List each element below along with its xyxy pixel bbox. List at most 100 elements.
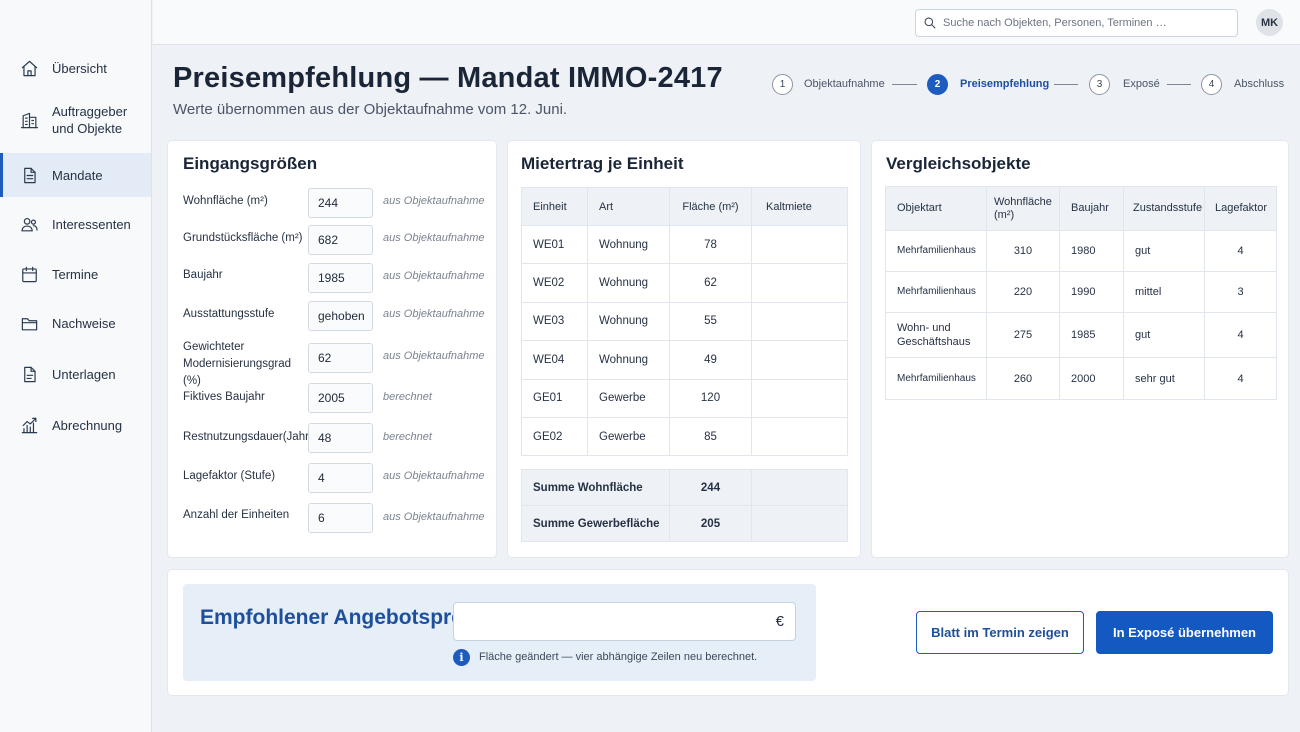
location-cell: 4 [1204, 230, 1277, 272]
sidebar-item-label: Unterlagen [52, 366, 116, 382]
step-4-label[interactable]: Abschluss [1234, 78, 1284, 90]
sidebar-item-mandate[interactable]: Mandate [0, 153, 151, 197]
price-input[interactable] [464, 603, 764, 640]
area-cell: 275 [986, 312, 1060, 358]
step-4-circle[interactable]: 4 [1201, 74, 1222, 95]
info-icon: i [453, 649, 470, 666]
field-label: Gewichteter Modernisierungsgrad (%) [183, 341, 292, 387]
unit-cell: WE02 [521, 263, 588, 303]
column-header: Zustandsstufe [1123, 186, 1205, 231]
sidebar-item-uebersicht[interactable]: Übersicht [0, 50, 151, 86]
type-cell: Gewerbe [587, 378, 670, 418]
unit-cell: GE01 [521, 378, 588, 418]
year-cell: 1990 [1059, 271, 1124, 313]
table-row: Mehrfamilienhaus 220 1990 mittel 3 [885, 271, 1277, 313]
sidebar-item-interessenten[interactable]: Interessenten [0, 206, 151, 242]
sidebar-item-label: Übersicht [52, 60, 107, 76]
rent-input[interactable] [752, 418, 847, 456]
step-connector [1054, 84, 1078, 85]
page-subtitle: Werte übernommen aus der Objektaufnahme … [173, 101, 568, 118]
rent-input[interactable] [752, 226, 847, 264]
search-icon [924, 17, 936, 29]
sidebar-item-termine[interactable]: Termine [0, 256, 151, 292]
rent-cell[interactable] [751, 378, 848, 418]
rent-cell[interactable] [751, 301, 848, 342]
lagefaktor-field[interactable] [308, 463, 373, 493]
baujahr-field[interactable] [308, 263, 373, 293]
rent-input[interactable] [752, 379, 847, 417]
location-cell: 4 [1204, 312, 1277, 358]
step-2-circle[interactable]: 2 [927, 74, 948, 95]
fiktives-baujahr-field[interactable] [308, 383, 373, 413]
sidebar-item-auftraggeber[interactable]: Auftraggeber und Objekte [0, 98, 151, 142]
rent-input[interactable] [752, 341, 847, 379]
show-sheet-button[interactable]: Blatt im Termin zeigen [916, 611, 1084, 654]
rent-cell[interactable] [751, 224, 848, 265]
table-row: WE03 Wohnung 55 [521, 301, 848, 342]
sum-empty-cell [751, 505, 848, 542]
year-cell: 2000 [1059, 357, 1124, 400]
rent-cell[interactable] [751, 416, 848, 457]
sidebar-item-label: Auftraggeber und Objekte [52, 104, 128, 136]
table-header-row: Objektart Wohnfläche (m²) Baujahr Zustan… [885, 186, 1277, 231]
sidebar-item-abrechnung[interactable]: Abrechnung [0, 407, 151, 443]
area-cell: 62 [669, 263, 752, 303]
area-cell: 55 [669, 301, 752, 342]
page-title: Preisempfehlung — Mandat IMMO-2417 [173, 62, 723, 94]
field-label: Grundstücksfläche (m²) [183, 232, 303, 244]
sum-value: 244 [669, 469, 752, 506]
comparables-title: Vergleichsobjekte [886, 154, 1031, 173]
field-source: aus Objektaufnahme [383, 308, 485, 320]
step-connector [892, 84, 917, 85]
ausstattungsstufe-field[interactable] [308, 301, 373, 331]
wohnflaeche-field[interactable] [308, 188, 373, 218]
search-box[interactable] [915, 9, 1238, 37]
rent-input[interactable] [752, 264, 847, 302]
field-source: aus Objektaufnahme [383, 270, 485, 282]
field-source: aus Objektaufnahme [383, 350, 485, 362]
year-cell: 1980 [1059, 230, 1124, 272]
step-connector [1167, 84, 1191, 85]
table-row: WE01 Wohnung 78 [521, 224, 848, 265]
apply-to-expose-button[interactable]: In Exposé übernehmen [1096, 611, 1273, 654]
table-header-row: Einheit Art Fläche (m²) Kaltmiete [521, 187, 848, 226]
area-cell: 49 [669, 340, 752, 380]
step-2-label[interactable]: Preisempfehlung [960, 78, 1049, 90]
modernisierungsgrad-field[interactable] [308, 343, 373, 373]
rent-cell[interactable] [751, 263, 848, 303]
sidebar-item-nachweise[interactable]: Nachweise [0, 305, 151, 341]
column-header: Einheit [521, 187, 588, 226]
sum-value: 205 [669, 505, 752, 542]
sidebar-item-unterlagen[interactable]: Unterlagen [0, 356, 151, 392]
area-cell: 310 [986, 230, 1060, 272]
anzahl-einheiten-field[interactable] [308, 503, 373, 533]
restnutzungsdauer-field[interactable] [308, 423, 373, 453]
avatar[interactable]: MK [1256, 9, 1283, 36]
search-input[interactable] [943, 17, 1233, 29]
step-1-circle[interactable]: 1 [772, 74, 793, 95]
field-source: aus Objektaufnahme [383, 232, 485, 244]
condition-cell: mittel [1123, 271, 1205, 313]
step-3-label[interactable]: Exposé [1123, 78, 1160, 90]
step-1-label[interactable]: Objektaufnahme [804, 78, 885, 90]
sum-label: Summe Gewerbefläche [521, 505, 670, 542]
column-header: Art [587, 187, 670, 226]
location-cell: 3 [1204, 271, 1277, 313]
rent-cell[interactable] [751, 340, 848, 380]
field-label: Fiktives Baujahr [183, 391, 265, 403]
step-3-circle[interactable]: 3 [1089, 74, 1110, 95]
sum-row: Summe Gewerbefläche 205 [521, 505, 848, 542]
sum-empty-cell [751, 469, 848, 506]
type-cell: Wohnung [587, 224, 670, 265]
field-source: aus Objektaufnahme [383, 511, 485, 523]
rent-sum-table: Summe Wohnfläche 244 Summe Gewerbefläche… [521, 469, 848, 542]
grundstuecksflaeche-field[interactable] [308, 225, 373, 255]
sum-label: Summe Wohnfläche [521, 469, 670, 506]
field-label: Lagefaktor (Stufe) [183, 470, 276, 482]
type-cell: Wohnung [587, 301, 670, 342]
table-row: Mehrfamilienhaus 310 1980 gut 4 [885, 230, 1277, 272]
column-header: Baujahr [1059, 186, 1124, 231]
table-row: WE04 Wohnung 49 [521, 340, 848, 380]
rent-input[interactable] [752, 302, 847, 340]
price-field[interactable]: € [453, 602, 796, 641]
